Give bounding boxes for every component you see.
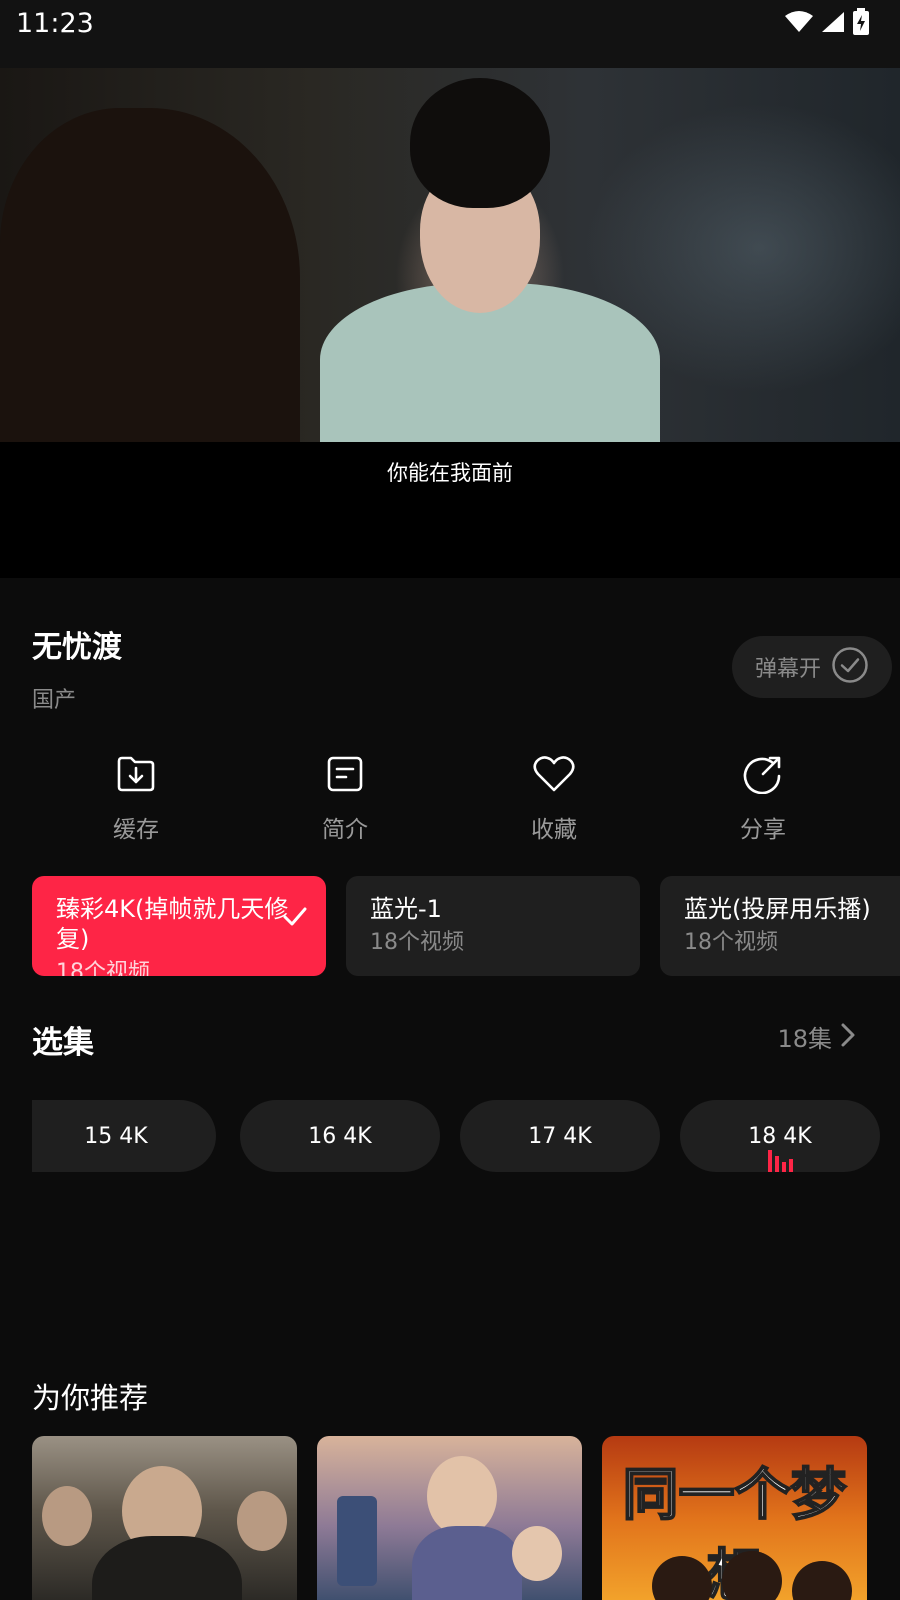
danmaku-toggle[interactable]: 弹幕开	[732, 636, 892, 698]
source-name: 蓝光(投屏用乐播)	[684, 895, 871, 923]
source-name: 臻彩4K(掉帧就几天修复)	[56, 895, 289, 953]
battery-icon	[852, 8, 870, 40]
heart-icon	[532, 752, 576, 796]
source-tab-bluray-1[interactable]: 蓝光-1 18个视频	[346, 876, 640, 976]
favorite-label: 收藏	[531, 817, 577, 843]
recommend-title: 为你推荐	[32, 1381, 149, 1415]
episode-item[interactable]: 15 4K	[32, 1100, 216, 1172]
status-time: 11:23	[16, 8, 94, 39]
recommend-card[interactable]: 同一个梦想	[602, 1436, 867, 1600]
episode-label: 17 4K	[528, 1123, 592, 1149]
document-icon	[323, 752, 367, 796]
show-title: 无忧渡	[32, 630, 122, 665]
download-folder-icon	[114, 752, 158, 796]
video-frame[interactable]	[0, 68, 900, 442]
cache-label: 缓存	[113, 817, 159, 843]
wifi-icon	[784, 10, 814, 38]
episode-item[interactable]: 16 4K	[240, 1100, 440, 1172]
action-row: 缓存 简介 收藏 分享	[0, 752, 900, 852]
cache-button[interactable]: 缓存	[66, 752, 206, 844]
source-tab-zhencai-4k[interactable]: 臻彩4K(掉帧就几天修复) 18个视频	[32, 876, 326, 976]
episode-list: 15 4K 16 4K 17 4K 18 4K	[32, 1100, 900, 1172]
check-circle-icon	[831, 646, 869, 688]
intro-label: 简介	[322, 817, 368, 843]
episode-label: 18 4K	[748, 1123, 812, 1149]
status-icons	[784, 8, 870, 40]
signal-icon	[820, 10, 846, 38]
share-label: 分享	[740, 817, 786, 843]
selected-check-icon	[282, 906, 308, 932]
episode-count-link[interactable]: 18集	[777, 1019, 856, 1054]
source-count: 18个视频	[370, 930, 464, 955]
video-subtitle: 你能在我面前	[387, 461, 513, 485]
source-name: 蓝光-1	[370, 895, 442, 923]
share-button[interactable]: 分享	[693, 752, 833, 844]
recommend-card[interactable]	[317, 1436, 582, 1600]
share-icon	[741, 752, 785, 796]
intro-button[interactable]: 简介	[275, 752, 415, 844]
source-count: 18个视频	[56, 960, 150, 976]
episode-count: 18集	[777, 1025, 832, 1053]
source-tab-bluray-cast[interactable]: 蓝光(投屏用乐播) 18个视频	[660, 876, 900, 976]
favorite-button[interactable]: 收藏	[484, 752, 624, 844]
episode-label: 16 4K	[308, 1123, 372, 1149]
status-bar: 11:23	[0, 0, 900, 68]
source-count: 18个视频	[684, 930, 778, 955]
danmaku-label: 弹幕开	[754, 657, 821, 682]
episodes-section-title: 选集	[32, 1025, 94, 1061]
now-playing-icon	[768, 1148, 793, 1172]
episode-label: 15 4K	[84, 1123, 148, 1149]
episode-item-current[interactable]: 18 4K	[680, 1100, 880, 1172]
episode-item[interactable]: 17 4K	[460, 1100, 660, 1172]
show-genre: 国产	[32, 688, 77, 713]
chevron-right-icon	[840, 1022, 856, 1052]
recommend-card[interactable]	[32, 1436, 297, 1600]
